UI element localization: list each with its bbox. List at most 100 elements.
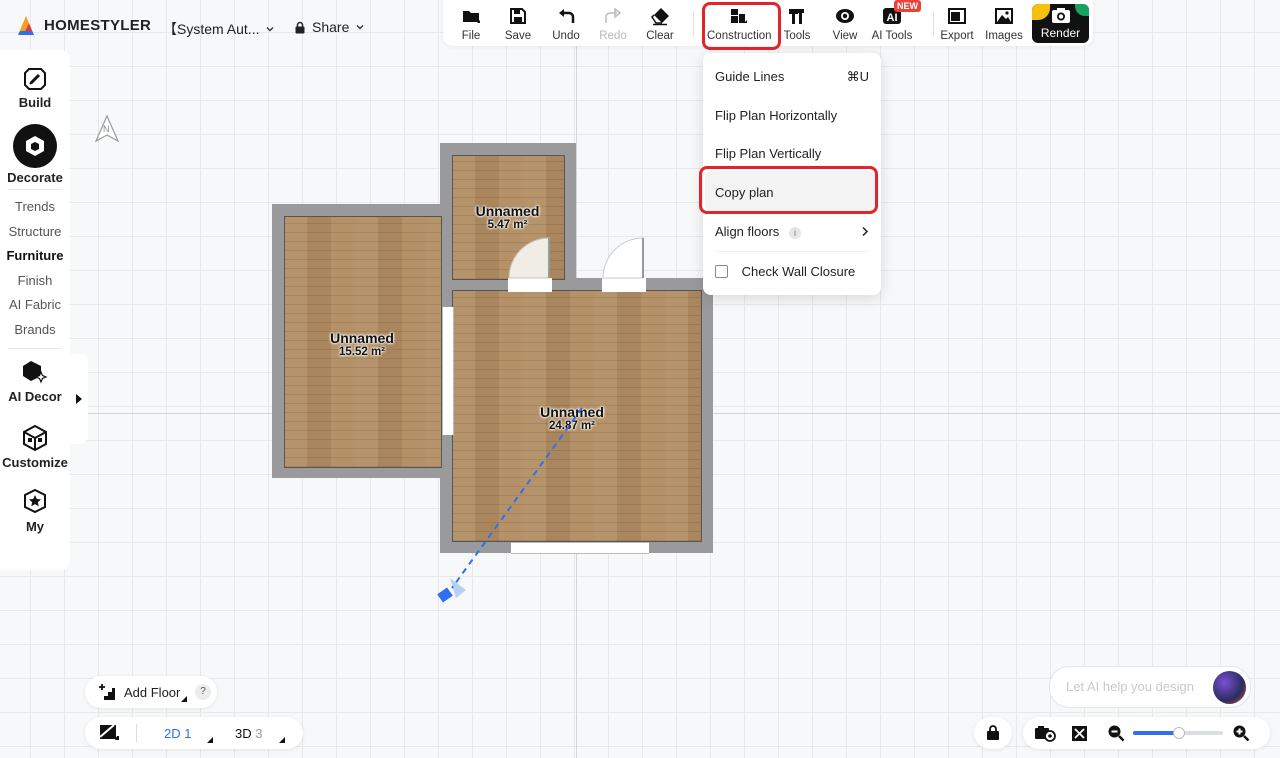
undo-button[interactable]: Undo [540, 0, 592, 46]
sidebar-separator [8, 348, 62, 349]
sidebar-item-customize[interactable]: Customize [0, 424, 70, 470]
file-label: File [461, 30, 481, 42]
lock-icon [295, 21, 305, 33]
stairs-add-icon [99, 684, 115, 700]
menu-item-flip-vertical[interactable]: Flip Plan Vertically [715, 146, 869, 161]
zoom-slider[interactable] [1133, 727, 1223, 739]
lock-view-button[interactable] [974, 717, 1012, 749]
add-floor-button[interactable]: Add Floor ? [85, 676, 217, 708]
zoom-slider-knob[interactable] [1173, 727, 1185, 739]
corner-caret-icon [181, 696, 187, 702]
view-2d-floor: 1 [184, 726, 192, 741]
ai-decor-label: AI Decor [8, 389, 62, 404]
image-icon [995, 8, 1013, 24]
share-label: Share [312, 19, 350, 35]
room-label-left: Unnamed 15.52 m² [284, 330, 440, 358]
menu-separator [715, 251, 869, 252]
sidebar-sub-ai-fabric[interactable]: AI Fabric [0, 297, 70, 312]
zoom-out-icon[interactable] [1107, 724, 1125, 742]
help-icon[interactable]: ? [195, 684, 211, 700]
save-button[interactable]: Save [492, 0, 544, 46]
ai-assistant-input[interactable]: Let AI help you design [1049, 666, 1251, 708]
guide-lines-label: Guide Lines [715, 69, 785, 84]
new-badge: NEW [894, 0, 921, 12]
homestyler-logo-icon [18, 16, 34, 35]
camera-path[interactable] [430, 400, 600, 610]
view-3d-button[interactable]: 3D 3 [235, 726, 262, 741]
decorate-icon [13, 124, 57, 168]
redo-button[interactable]: Redo [587, 0, 639, 46]
sidebar-sub-structure[interactable]: Structure [0, 224, 70, 239]
view-2d-label: 2D [164, 726, 181, 741]
ai-tools-label: AI Tools [871, 30, 913, 42]
redo-label: Redo [599, 30, 627, 42]
build-label: Build [18, 95, 52, 110]
sidebar-item-ai-decor[interactable]: AI Decor [0, 358, 70, 404]
view-2d-button[interactable]: 2D 1 [164, 726, 191, 741]
sidebar-item-build[interactable]: Build [0, 66, 70, 110]
menu-item-align-floors[interactable]: Align floors i [715, 224, 869, 239]
save-label: Save [504, 30, 532, 42]
export-icon [948, 8, 966, 24]
switcher-separator [136, 724, 137, 742]
brand[interactable]: HOMESTYLER [16, 14, 151, 36]
menu-item-guide-lines[interactable]: Guide Lines ⌘U [715, 69, 869, 84]
view-mode-switcher: 2D 1 3D 3 [85, 717, 303, 749]
camera-icon [1052, 8, 1070, 23]
sidebar-item-decorate[interactable]: Decorate [0, 124, 70, 185]
align-floors-label: Align floors [715, 224, 780, 239]
my-icon [24, 488, 46, 514]
sidebar-sub-furniture[interactable]: Furniture [0, 248, 70, 263]
document-title-dropdown[interactable]: 【System Aut... [163, 19, 275, 39]
sidebar-item-my[interactable]: My [0, 488, 70, 534]
door-icon[interactable] [505, 234, 555, 294]
my-label: My [25, 519, 45, 534]
corner-caret-icon [279, 737, 285, 743]
sidebar-separator [8, 189, 62, 190]
render-button[interactable]: Render [1032, 4, 1089, 43]
share-button[interactable]: Share [294, 19, 365, 35]
sidebar-expand-tab[interactable] [70, 354, 88, 444]
toolbar-separator [693, 12, 694, 36]
clear-button[interactable]: Clear [634, 0, 686, 46]
door-icon[interactable] [599, 234, 649, 294]
images-label: Images [985, 30, 1023, 42]
guide-lines-shortcut: ⌘U [846, 69, 869, 84]
fit-view-icon[interactable] [1071, 725, 1088, 742]
compass[interactable]: N [94, 114, 120, 144]
sidebar-sub-brands[interactable]: Brands [0, 322, 70, 337]
zoom-in-icon[interactable] [1232, 724, 1250, 742]
menu-item-check-wall-closure[interactable]: Check Wall Closure [715, 264, 869, 279]
camera-view-icon[interactable] [1034, 725, 1056, 742]
export-button[interactable]: Export [931, 0, 983, 46]
check-wall-closure-label: Check Wall Closure [741, 264, 856, 279]
file-button[interactable]: File [445, 0, 497, 46]
images-button[interactable]: Images [978, 0, 1030, 46]
room-name: Unnamed [330, 330, 394, 346]
view-button[interactable]: View [819, 0, 871, 46]
undo-icon [559, 9, 575, 23]
plan-style-icon[interactable] [99, 724, 119, 742]
render-decoration [1032, 4, 1050, 20]
save-icon [510, 8, 526, 24]
construction-highlight [702, 2, 781, 50]
room-name: Unnamed [475, 203, 540, 219]
ai-assistant-placeholder: Let AI help you design [1066, 679, 1194, 694]
ai-assistant-avatar-icon[interactable] [1213, 671, 1246, 704]
wall-closure-checkbox[interactable] [715, 265, 728, 278]
chevron-right-icon [862, 226, 869, 237]
menu-item-flip-horizontal[interactable]: Flip Plan Horizontally [715, 108, 869, 123]
build-icon [24, 68, 46, 90]
caret-right-icon [76, 394, 82, 404]
export-label: Export [940, 30, 974, 42]
add-floor-label: Add Floor [124, 685, 181, 700]
info-icon[interactable]: i [788, 227, 801, 239]
sidebar-sub-trends[interactable]: Trends [0, 199, 70, 214]
view-3d-label: 3D [235, 726, 252, 741]
undo-label: Undo [552, 30, 580, 42]
customize-icon [23, 424, 47, 452]
left-sidebar: Build Decorate Trends Structure Furnitur… [0, 50, 70, 570]
view-3d-floor: 3 [255, 726, 263, 741]
sidebar-sub-finish[interactable]: Finish [0, 273, 70, 288]
copy-plan-highlight [699, 166, 878, 214]
